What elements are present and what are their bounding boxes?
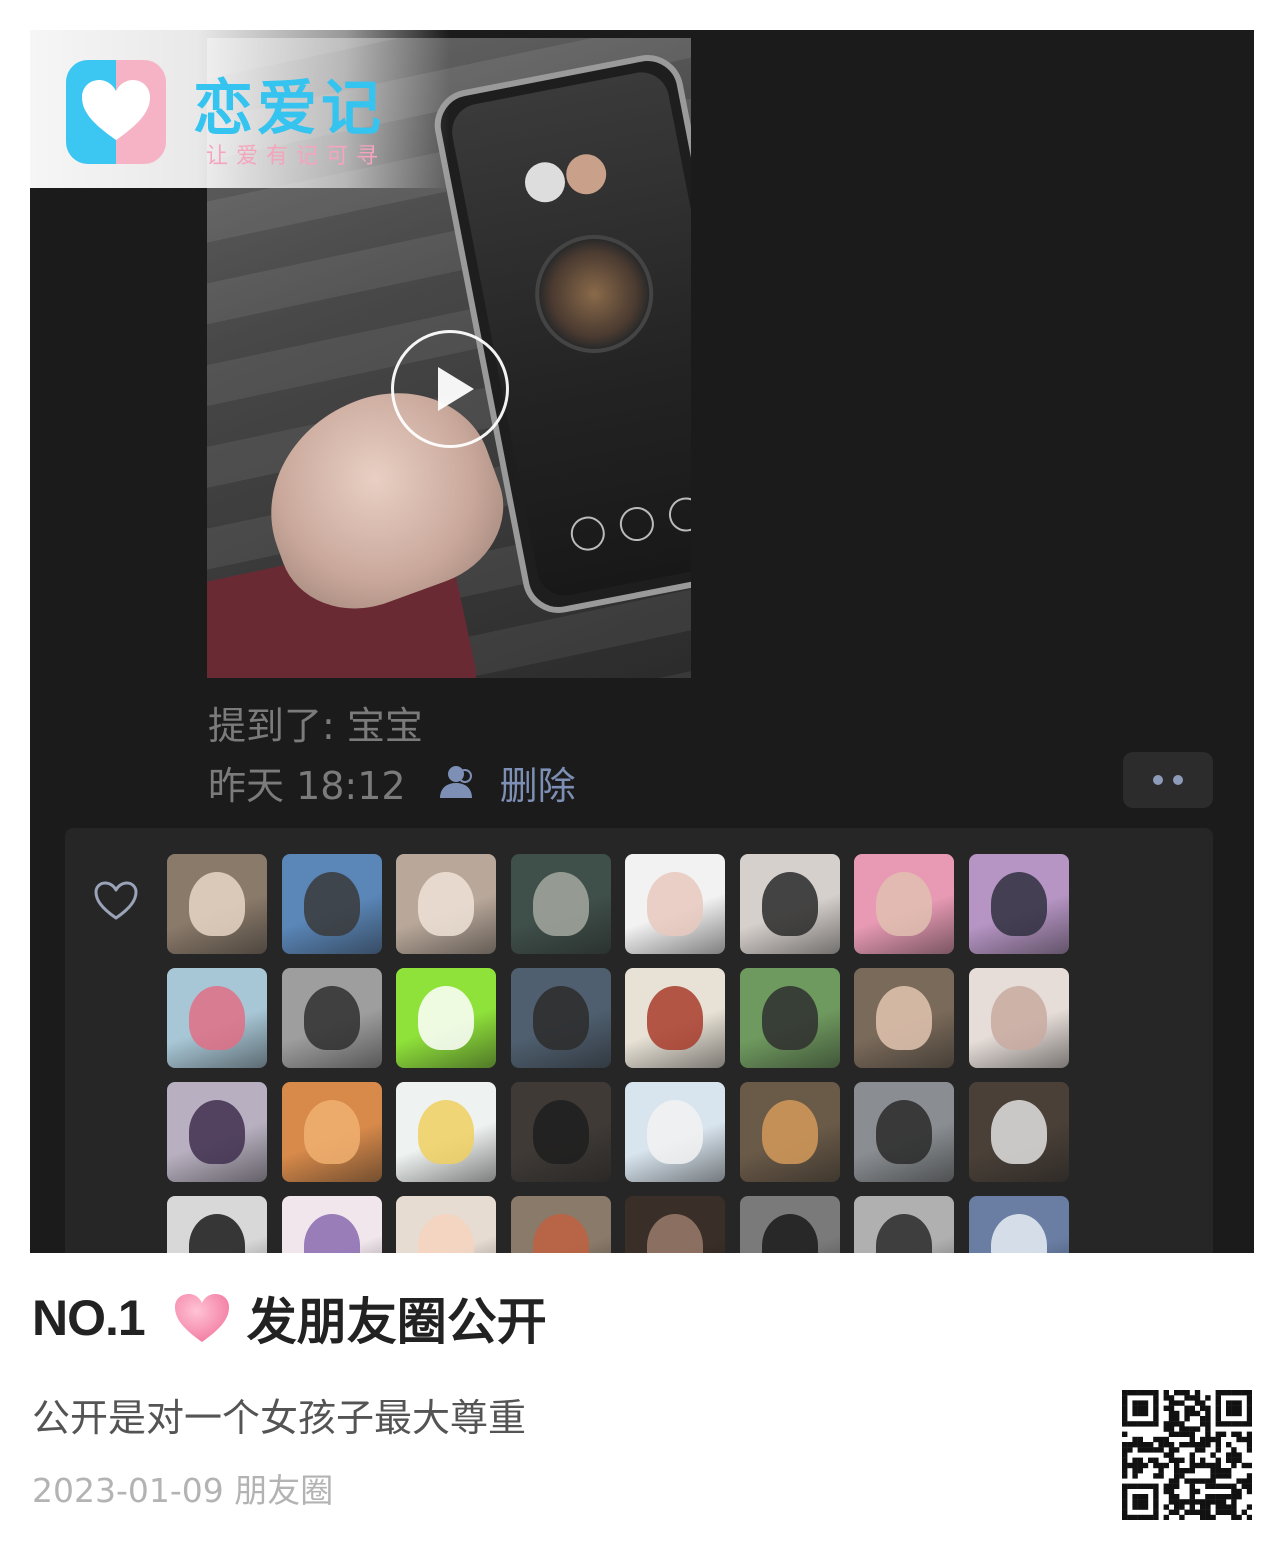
- liker-avatar[interactable]: [625, 968, 725, 1068]
- liker-avatar[interactable]: [396, 1082, 496, 1182]
- avatar-figure: [189, 1100, 245, 1164]
- liker-avatar[interactable]: [281, 968, 382, 1068]
- liker-avatar[interactable]: [510, 1196, 611, 1253]
- article-title-row: NO.1 发朋友圈公开: [32, 1282, 547, 1354]
- avatar-figure: [990, 872, 1047, 936]
- avatar-figure: [876, 986, 932, 1050]
- liker-avatar[interactable]: [167, 854, 267, 954]
- avatar-figure: [189, 872, 245, 936]
- avatar-figure: [647, 986, 703, 1050]
- liker-avatar[interactable]: [854, 1082, 954, 1182]
- post-time: 昨天 18:12: [208, 763, 406, 808]
- qr-code-icon[interactable]: [1122, 1390, 1252, 1520]
- liker-avatar[interactable]: [968, 968, 1069, 1068]
- liker-avatar[interactable]: [510, 1082, 611, 1182]
- app-slogan: 让爱有记可寻: [206, 144, 387, 169]
- app-name: 恋爱记: [193, 74, 385, 144]
- avatar-figure: [990, 1214, 1047, 1253]
- avatar-figure: [418, 1100, 474, 1164]
- liker-avatar[interactable]: [625, 854, 725, 954]
- avatar-figure: [761, 1214, 818, 1253]
- liker-avatar[interactable]: [739, 968, 840, 1068]
- liker-avatar-grid: [167, 854, 1069, 1253]
- people-icon[interactable]: [434, 764, 478, 800]
- article-subtitle: 公开是对一个女孩子最大尊重: [32, 1396, 527, 1440]
- liker-avatar[interactable]: [625, 1196, 725, 1253]
- likes-panel: [65, 828, 1213, 1253]
- liker-avatar[interactable]: [510, 968, 611, 1068]
- avatar-figure: [647, 872, 703, 936]
- liker-avatar[interactable]: [510, 854, 611, 954]
- article-date-source: 2023-01-09 朋友圈: [32, 1471, 334, 1510]
- liker-avatar[interactable]: [396, 968, 496, 1068]
- liker-avatar[interactable]: [625, 1082, 725, 1182]
- avatar-figure: [761, 872, 818, 936]
- app-logo-icon: [66, 60, 166, 164]
- album-disc: [525, 224, 664, 364]
- liker-avatar[interactable]: [167, 1196, 267, 1253]
- avatar-figure: [990, 1100, 1047, 1164]
- avatar-figure: [532, 1100, 589, 1164]
- avatar-figure: [189, 1214, 245, 1253]
- delete-button[interactable]: 删除: [500, 755, 576, 810]
- avatar-figure: [303, 872, 360, 936]
- avatar-figure: [876, 1100, 932, 1164]
- avatar-figure: [303, 1100, 360, 1164]
- liker-avatar[interactable]: [968, 854, 1069, 954]
- liker-avatar[interactable]: [854, 968, 954, 1068]
- liker-avatar[interactable]: [167, 1082, 267, 1182]
- liker-avatar[interactable]: [854, 1196, 954, 1253]
- avatar-figure: [418, 1214, 474, 1253]
- avatar-figure: [647, 1214, 703, 1253]
- avatar-figure: [876, 1214, 932, 1253]
- liker-avatar[interactable]: [396, 854, 496, 954]
- liker-avatar[interactable]: [968, 1196, 1069, 1253]
- avatar-figure: [418, 872, 474, 936]
- avatar-figure: [418, 986, 474, 1050]
- more-dots-icon[interactable]: [1123, 752, 1213, 808]
- avatar-figure: [532, 1214, 589, 1253]
- liker-avatar[interactable]: [396, 1196, 496, 1253]
- liker-avatar[interactable]: [281, 854, 382, 954]
- article-title: 发朋友圈公开: [246, 1293, 547, 1351]
- rank-label: NO.1: [32, 1290, 146, 1346]
- liker-avatar[interactable]: [968, 1082, 1069, 1182]
- liker-avatar[interactable]: [167, 968, 267, 1068]
- liker-avatar[interactable]: [281, 1196, 382, 1253]
- liker-avatar[interactable]: [739, 1082, 840, 1182]
- avatar-figure: [303, 1214, 360, 1253]
- mention-text: 提到了: 宝宝: [208, 704, 423, 748]
- avatar-figure: [647, 1100, 703, 1164]
- liker-avatar[interactable]: [739, 854, 840, 954]
- avatar-figure: [761, 986, 818, 1050]
- avatar-figure: [761, 1100, 818, 1164]
- pink-heart-icon: [174, 1294, 229, 1342]
- avatar-figure: [990, 986, 1047, 1050]
- liker-avatar[interactable]: [854, 854, 954, 954]
- liker-avatar[interactable]: [739, 1196, 840, 1253]
- avatar-figure: [532, 986, 589, 1050]
- heart-outline-icon[interactable]: [93, 880, 139, 922]
- app-watermark: 恋爱记 让爱有记可寻: [30, 30, 450, 188]
- moments-post-screenshot: 恋爱记 让爱有记可寻 提到了: 宝宝 昨天 18:12 删除: [30, 30, 1254, 1253]
- avatar-figure: [876, 872, 932, 936]
- post-meta-row: 昨天 18:12 删除: [208, 755, 576, 810]
- avatar-figure: [303, 986, 360, 1050]
- avatar-figure: [189, 986, 245, 1050]
- liker-avatar[interactable]: [281, 1082, 382, 1182]
- avatar-figure: [532, 872, 589, 936]
- play-icon[interactable]: [391, 330, 509, 448]
